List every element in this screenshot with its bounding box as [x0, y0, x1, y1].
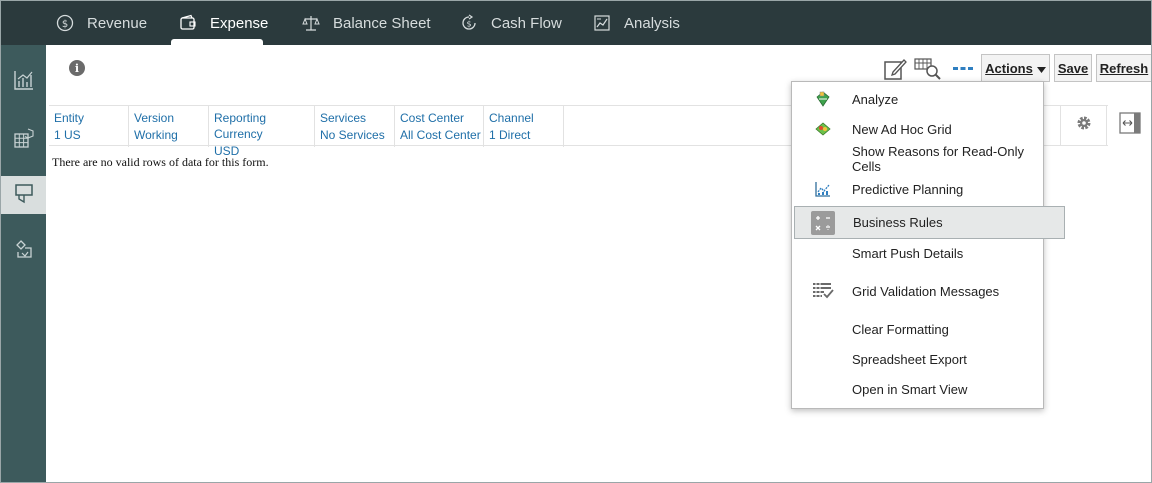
- tab-revenue[interactable]: $ Revenue: [55, 1, 147, 45]
- empty-grid-message: There are no valid rows of data for this…: [52, 155, 269, 169]
- pov-value: 1 Direct: [489, 128, 531, 142]
- pov-value: 1 US: [54, 128, 81, 142]
- calculator-icon: [811, 210, 835, 235]
- tab-label: Balance Sheet: [333, 14, 431, 32]
- menu-item-label: New Ad Hoc Grid: [852, 121, 952, 137]
- menu-item-label: Predictive Planning: [852, 181, 964, 197]
- svg-text:$: $: [62, 19, 68, 30]
- tab-cash-flow[interactable]: $ Cash Flow: [459, 1, 562, 45]
- app-window: $ Revenue Expense Balance Sheet $ Cash F…: [0, 0, 1152, 483]
- save-button[interactable]: Save: [1054, 54, 1092, 82]
- menu-item-business-rules[interactable]: Business Rules: [794, 206, 1065, 239]
- menu-item-label: Open in Smart View: [852, 381, 968, 397]
- pov-label: Version: [134, 111, 175, 125]
- top-nav-bar: $ Revenue Expense Balance Sheet $ Cash F…: [1, 1, 1151, 45]
- predictive-chart-icon: [812, 178, 834, 200]
- actions-menu: Analyze New Ad Hoc Grid Show Reasons for…: [791, 81, 1065, 409]
- rail-item-dashboard[interactable]: [1, 63, 46, 101]
- rules-icon: [13, 238, 35, 265]
- bar-chart-icon: [13, 69, 35, 96]
- menu-item-analyze[interactable]: Analyze: [792, 88, 1043, 110]
- menu-item-label: Grid Validation Messages: [852, 283, 1000, 299]
- pov-value: All Cost Center: [400, 128, 481, 142]
- pov-entity[interactable]: Entity 1 US: [49, 106, 129, 147]
- expand-horizontal-icon: [1118, 112, 1141, 139]
- more-options-icon[interactable]: [951, 57, 975, 81]
- menu-item-label: Analyze: [852, 91, 899, 107]
- actions-button[interactable]: Actions: [981, 54, 1050, 82]
- dollar-circle-icon: $: [55, 13, 75, 33]
- save-button-label: Save: [1057, 60, 1089, 76]
- grid-check-icon: [812, 280, 834, 302]
- gear-icon: [1075, 114, 1093, 137]
- menu-item-grid-validation-messages[interactable]: Grid Validation Messages: [792, 280, 1043, 302]
- pov-label: Services: [320, 111, 367, 125]
- grid-search-icon[interactable]: [912, 57, 942, 81]
- pov-cost-center[interactable]: Cost Center All Cost Center: [395, 106, 484, 147]
- edit-icon[interactable]: [882, 57, 908, 81]
- pov-version[interactable]: Version Working: [129, 106, 209, 147]
- dollar-cycle-icon: $: [459, 13, 479, 33]
- menu-item-label: Smart Push Details: [852, 245, 964, 261]
- svg-text:$: $: [466, 20, 471, 29]
- rail-item-rules[interactable]: [1, 232, 46, 270]
- menu-item-spreadsheet-export[interactable]: Spreadsheet Export: [792, 348, 1043, 370]
- menu-item-label: Business Rules: [853, 215, 943, 230]
- pov-label: Cost Center: [400, 111, 465, 125]
- refresh-button-label: Refresh: [1099, 60, 1149, 76]
- scale-icon: [301, 13, 321, 33]
- menu-item-predictive-planning[interactable]: Predictive Planning: [792, 178, 1043, 200]
- menu-item-open-in-smart-view[interactable]: Open in Smart View: [792, 378, 1043, 400]
- menu-item-label: Spreadsheet Export: [852, 351, 967, 367]
- form-icon: [13, 182, 35, 209]
- settings-button[interactable]: [1060, 105, 1106, 146]
- menu-item-new-ad-hoc-grid[interactable]: New Ad Hoc Grid: [792, 118, 1043, 140]
- toggle-width-button[interactable]: [1106, 105, 1151, 146]
- left-rail: [1, 45, 46, 482]
- pov-reporting-currency[interactable]: Reporting Currency USD: [209, 106, 315, 158]
- tab-balance-sheet[interactable]: Balance Sheet: [301, 1, 431, 45]
- adhoc-grid-icon: [812, 118, 834, 140]
- pov-label: Entity: [54, 111, 85, 125]
- wallet-icon: [178, 13, 198, 33]
- menu-item-label: Clear Formatting: [852, 321, 949, 337]
- menu-item-show-reasons-read-only[interactable]: Show Reasons for Read-Only Cells: [792, 144, 1043, 174]
- analyze-icon: [812, 88, 834, 110]
- caret-down-icon: [1036, 61, 1046, 76]
- tab-analysis[interactable]: Analysis: [592, 1, 680, 45]
- menu-item-clear-formatting[interactable]: Clear Formatting: [792, 318, 1043, 340]
- pov-label: Channel: [489, 111, 534, 125]
- pov-value: Working: [134, 128, 178, 142]
- menu-item-label: Show Reasons for Read-Only Cells: [852, 144, 1024, 174]
- rail-item-ad-hoc[interactable]: [1, 121, 46, 159]
- grid-cube-icon: [13, 127, 35, 154]
- pov-label: Reporting Currency: [214, 111, 267, 141]
- tab-label: Expense: [210, 14, 269, 32]
- pov-channel[interactable]: Channel 1 Direct: [484, 106, 564, 147]
- actions-button-label: Actions: [985, 60, 1033, 76]
- tab-label: Cash Flow: [491, 14, 562, 32]
- pov-services[interactable]: Services No Services: [315, 106, 395, 147]
- tab-label: Revenue: [87, 14, 148, 32]
- tab-label: Analysis: [624, 14, 680, 32]
- refresh-button[interactable]: Refresh: [1096, 54, 1151, 82]
- rail-item-forms[interactable]: [1, 176, 46, 214]
- pov-value: No Services: [320, 128, 385, 142]
- info-icon[interactable]: i: [69, 60, 85, 76]
- report-chart-icon: [592, 13, 612, 33]
- menu-item-smart-push-details[interactable]: Smart Push Details: [792, 242, 1043, 264]
